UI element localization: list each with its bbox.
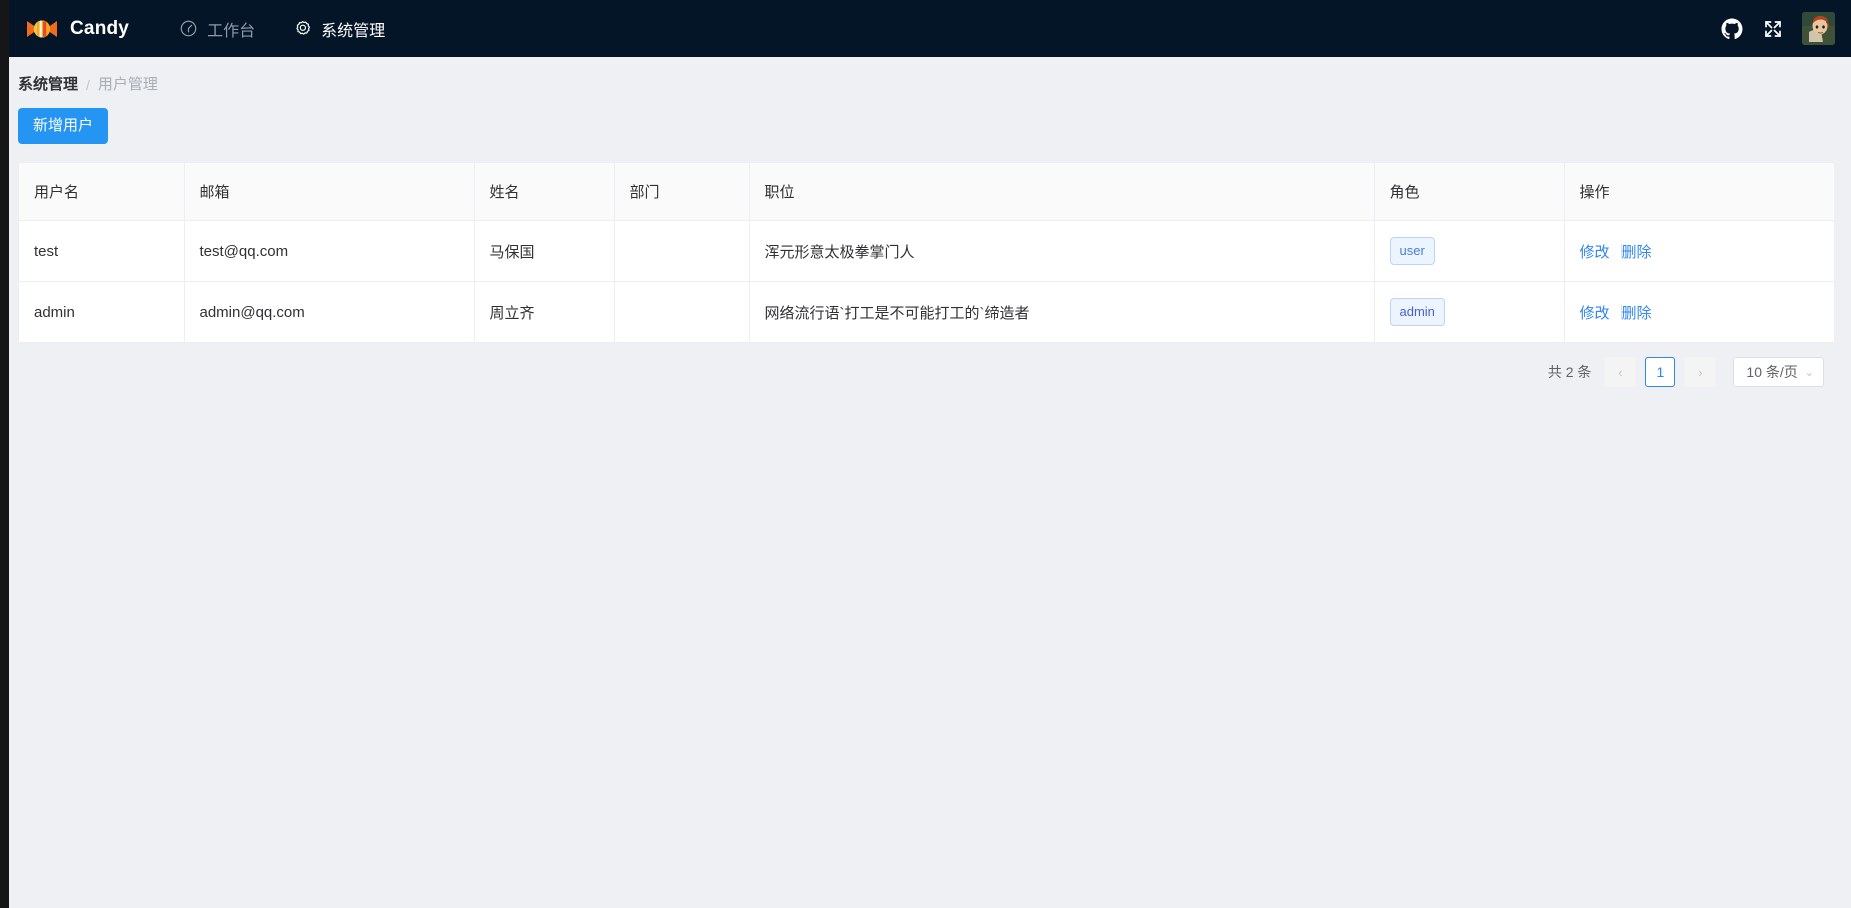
edit-link[interactable]: 修改 — [1580, 241, 1621, 262]
pagination-total: 共 2 条 — [1547, 364, 1592, 380]
table-row: admin admin@qq.com 周立齐 网络流行语`打工是不可能打工的`缔… — [19, 281, 1834, 343]
cell-name: 马保国 — [474, 220, 615, 282]
cell-name: 周立齐 — [474, 281, 615, 343]
pagination-prev-button[interactable]: ‹ — [1605, 357, 1636, 387]
column-header-actions: 操作 — [1564, 163, 1834, 221]
column-header-name: 姓名 — [474, 163, 615, 221]
navbar-right-tools — [1720, 12, 1839, 45]
breadcrumb-current: 用户管理 — [97, 76, 158, 93]
toolbar: 新增用户 — [9, 92, 1851, 144]
nav-item-workbench[interactable]: 工作台 — [165, 9, 269, 49]
window-shell: Candy 工作台 系统管理 系统管理 / 用户管理 新增用户 用户名 邮箱 姓… — [0, 0, 1851, 908]
dashboard-icon — [179, 19, 198, 38]
table-header-row: 用户名 邮箱 姓名 部门 职位 角色 操作 — [19, 163, 1834, 221]
cell-username: admin — [19, 281, 185, 343]
cell-actions: 修改 删除 — [1564, 220, 1834, 282]
page-size-select[interactable]: 10 条/页 ⌄ — [1733, 357, 1824, 387]
avatar[interactable] — [1802, 12, 1835, 45]
nav-item-label: 工作台 — [207, 22, 256, 40]
table-row: test test@qq.com 马保国 浑元形意太极拳掌门人 user 修改 — [19, 220, 1834, 282]
cell-department — [614, 220, 750, 282]
column-header-department: 部门 — [614, 163, 750, 221]
cell-actions: 修改 删除 — [1564, 281, 1834, 343]
chevron-left-icon: ‹ — [1618, 364, 1623, 380]
page-body: Candy 工作台 系统管理 系统管理 / 用户管理 新增用户 用户名 邮箱 姓… — [9, 0, 1851, 908]
cell-role: user — [1374, 220, 1565, 282]
nav-item-system-management[interactable]: 系统管理 — [279, 9, 399, 49]
column-header-role: 角色 — [1374, 163, 1565, 221]
edit-link[interactable]: 修改 — [1580, 302, 1621, 323]
pagination: 共 2 条 ‹ 1 › 10 条/页 ⌄ — [9, 343, 1842, 387]
cell-email: admin@qq.com — [184, 281, 475, 343]
pagination-page-1[interactable]: 1 — [1645, 357, 1676, 387]
delete-link[interactable]: 删除 — [1622, 302, 1663, 323]
pagination-next-button[interactable]: › — [1685, 357, 1716, 387]
breadcrumb-separator: / — [86, 76, 90, 93]
github-icon[interactable] — [1720, 17, 1744, 41]
chevron-down-icon: ⌄ — [1804, 366, 1814, 379]
column-header-username: 用户名 — [19, 163, 185, 221]
cell-username: test — [19, 220, 185, 282]
delete-link[interactable]: 删除 — [1622, 241, 1663, 262]
nav-item-label: 系统管理 — [321, 22, 386, 40]
nav-items: 工作台 系统管理 — [165, 9, 399, 49]
candy-icon — [25, 15, 59, 43]
status-badge: admin — [1389, 298, 1445, 326]
status-badge: user — [1389, 237, 1435, 265]
cell-position: 浑元形意太极拳掌门人 — [749, 220, 1375, 282]
top-navbar: Candy 工作台 系统管理 — [9, 0, 1851, 57]
brand-name: Candy — [70, 18, 130, 39]
user-table: 用户名 邮箱 姓名 部门 职位 角色 操作 test test@qq.com 马… — [18, 162, 1834, 343]
breadcrumb: 系统管理 / 用户管理 — [9, 57, 1851, 92]
add-user-button[interactable]: 新增用户 — [18, 108, 109, 144]
breadcrumb-parent[interactable]: 系统管理 — [18, 77, 78, 92]
gear-icon — [293, 19, 312, 38]
page-size-label: 10 条/页 — [1746, 364, 1798, 380]
brand[interactable]: Candy — [25, 15, 129, 43]
fullscreen-icon[interactable] — [1761, 17, 1785, 41]
column-header-position: 职位 — [749, 163, 1375, 221]
cell-email: test@qq.com — [184, 220, 475, 282]
cell-position: 网络流行语`打工是不可能打工的`缔造者 — [749, 281, 1375, 343]
chevron-right-icon: › — [1698, 364, 1703, 380]
cell-department — [614, 281, 750, 343]
column-header-email: 邮箱 — [184, 163, 475, 221]
cell-role: admin — [1374, 281, 1565, 343]
